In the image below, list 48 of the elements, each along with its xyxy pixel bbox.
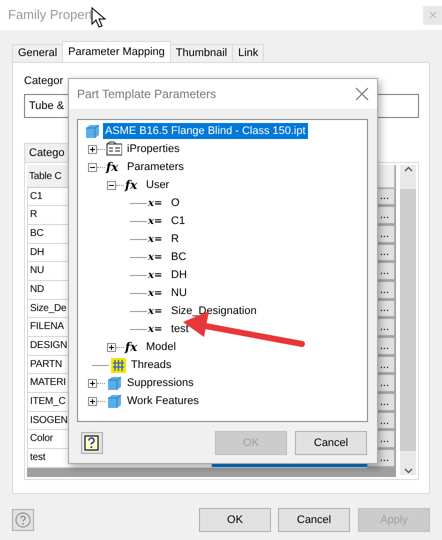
collapse-icon[interactable] <box>107 180 116 190</box>
scrollbar[interactable] <box>400 164 416 474</box>
dialog-button[interactable]: OK <box>199 508 271 532</box>
collapse-icon[interactable] <box>88 162 97 172</box>
parameter-icon: x= <box>148 268 166 282</box>
parameter-icon: x= <box>148 250 166 264</box>
chevron-up-icon <box>402 164 414 172</box>
expand-icon[interactable] <box>88 396 97 406</box>
tree-item[interactable]: iProperties <box>125 141 182 157</box>
tree-item[interactable]: DH <box>169 267 189 283</box>
help-icon <box>84 435 100 451</box>
expand-icon[interactable] <box>88 378 97 388</box>
dialog-button[interactable]: Cancel <box>278 508 350 532</box>
parameter-icon: x= <box>148 232 166 246</box>
window-title: Family Propert <box>8 6 93 24</box>
parameter-icon: x= <box>148 304 166 318</box>
card-icon <box>106 141 122 157</box>
dialog-button[interactable]: Cancel <box>295 431 367 455</box>
tree-item[interactable]: ASME B16.5 Flange Blind - Class 150.ipt <box>103 123 308 139</box>
cube-icon <box>106 375 122 391</box>
field-label: Categor <box>24 74 64 89</box>
cube-icon <box>84 123 100 139</box>
formula-icon: fx <box>125 338 141 356</box>
tab[interactable]: General <box>12 44 64 62</box>
tree-item[interactable]: NU <box>169 285 189 301</box>
cube-icon <box>106 393 122 409</box>
parameter-icon: x= <box>148 286 166 300</box>
close-button[interactable] <box>355 86 369 102</box>
tree-item[interactable]: BC <box>169 249 188 265</box>
scroll-thumb[interactable] <box>400 188 416 450</box>
group-tab[interactable]: Catego <box>24 142 70 162</box>
parameter-icon: x= <box>148 322 166 336</box>
tab[interactable]: Parameter Mapping <box>62 41 171 62</box>
dialog-title: Part Template Parameters <box>77 86 216 103</box>
expand-icon[interactable] <box>107 342 116 352</box>
tab[interactable]: Link <box>232 44 264 62</box>
tree-item[interactable]: Suppressions <box>125 375 196 391</box>
help-button[interactable] <box>81 432 103 454</box>
expand-icon[interactable] <box>88 144 97 154</box>
close-icon <box>428 10 438 20</box>
tree-item[interactable]: Threads <box>129 357 174 373</box>
tree-item[interactable]: Model <box>144 339 178 355</box>
close-icon <box>355 86 369 101</box>
tree-item[interactable]: test <box>169 321 191 337</box>
threads-icon <box>110 357 126 373</box>
tree-item[interactable]: Work Features <box>125 393 201 409</box>
chevron-down-icon <box>402 466 414 474</box>
help-icon <box>15 512 31 528</box>
